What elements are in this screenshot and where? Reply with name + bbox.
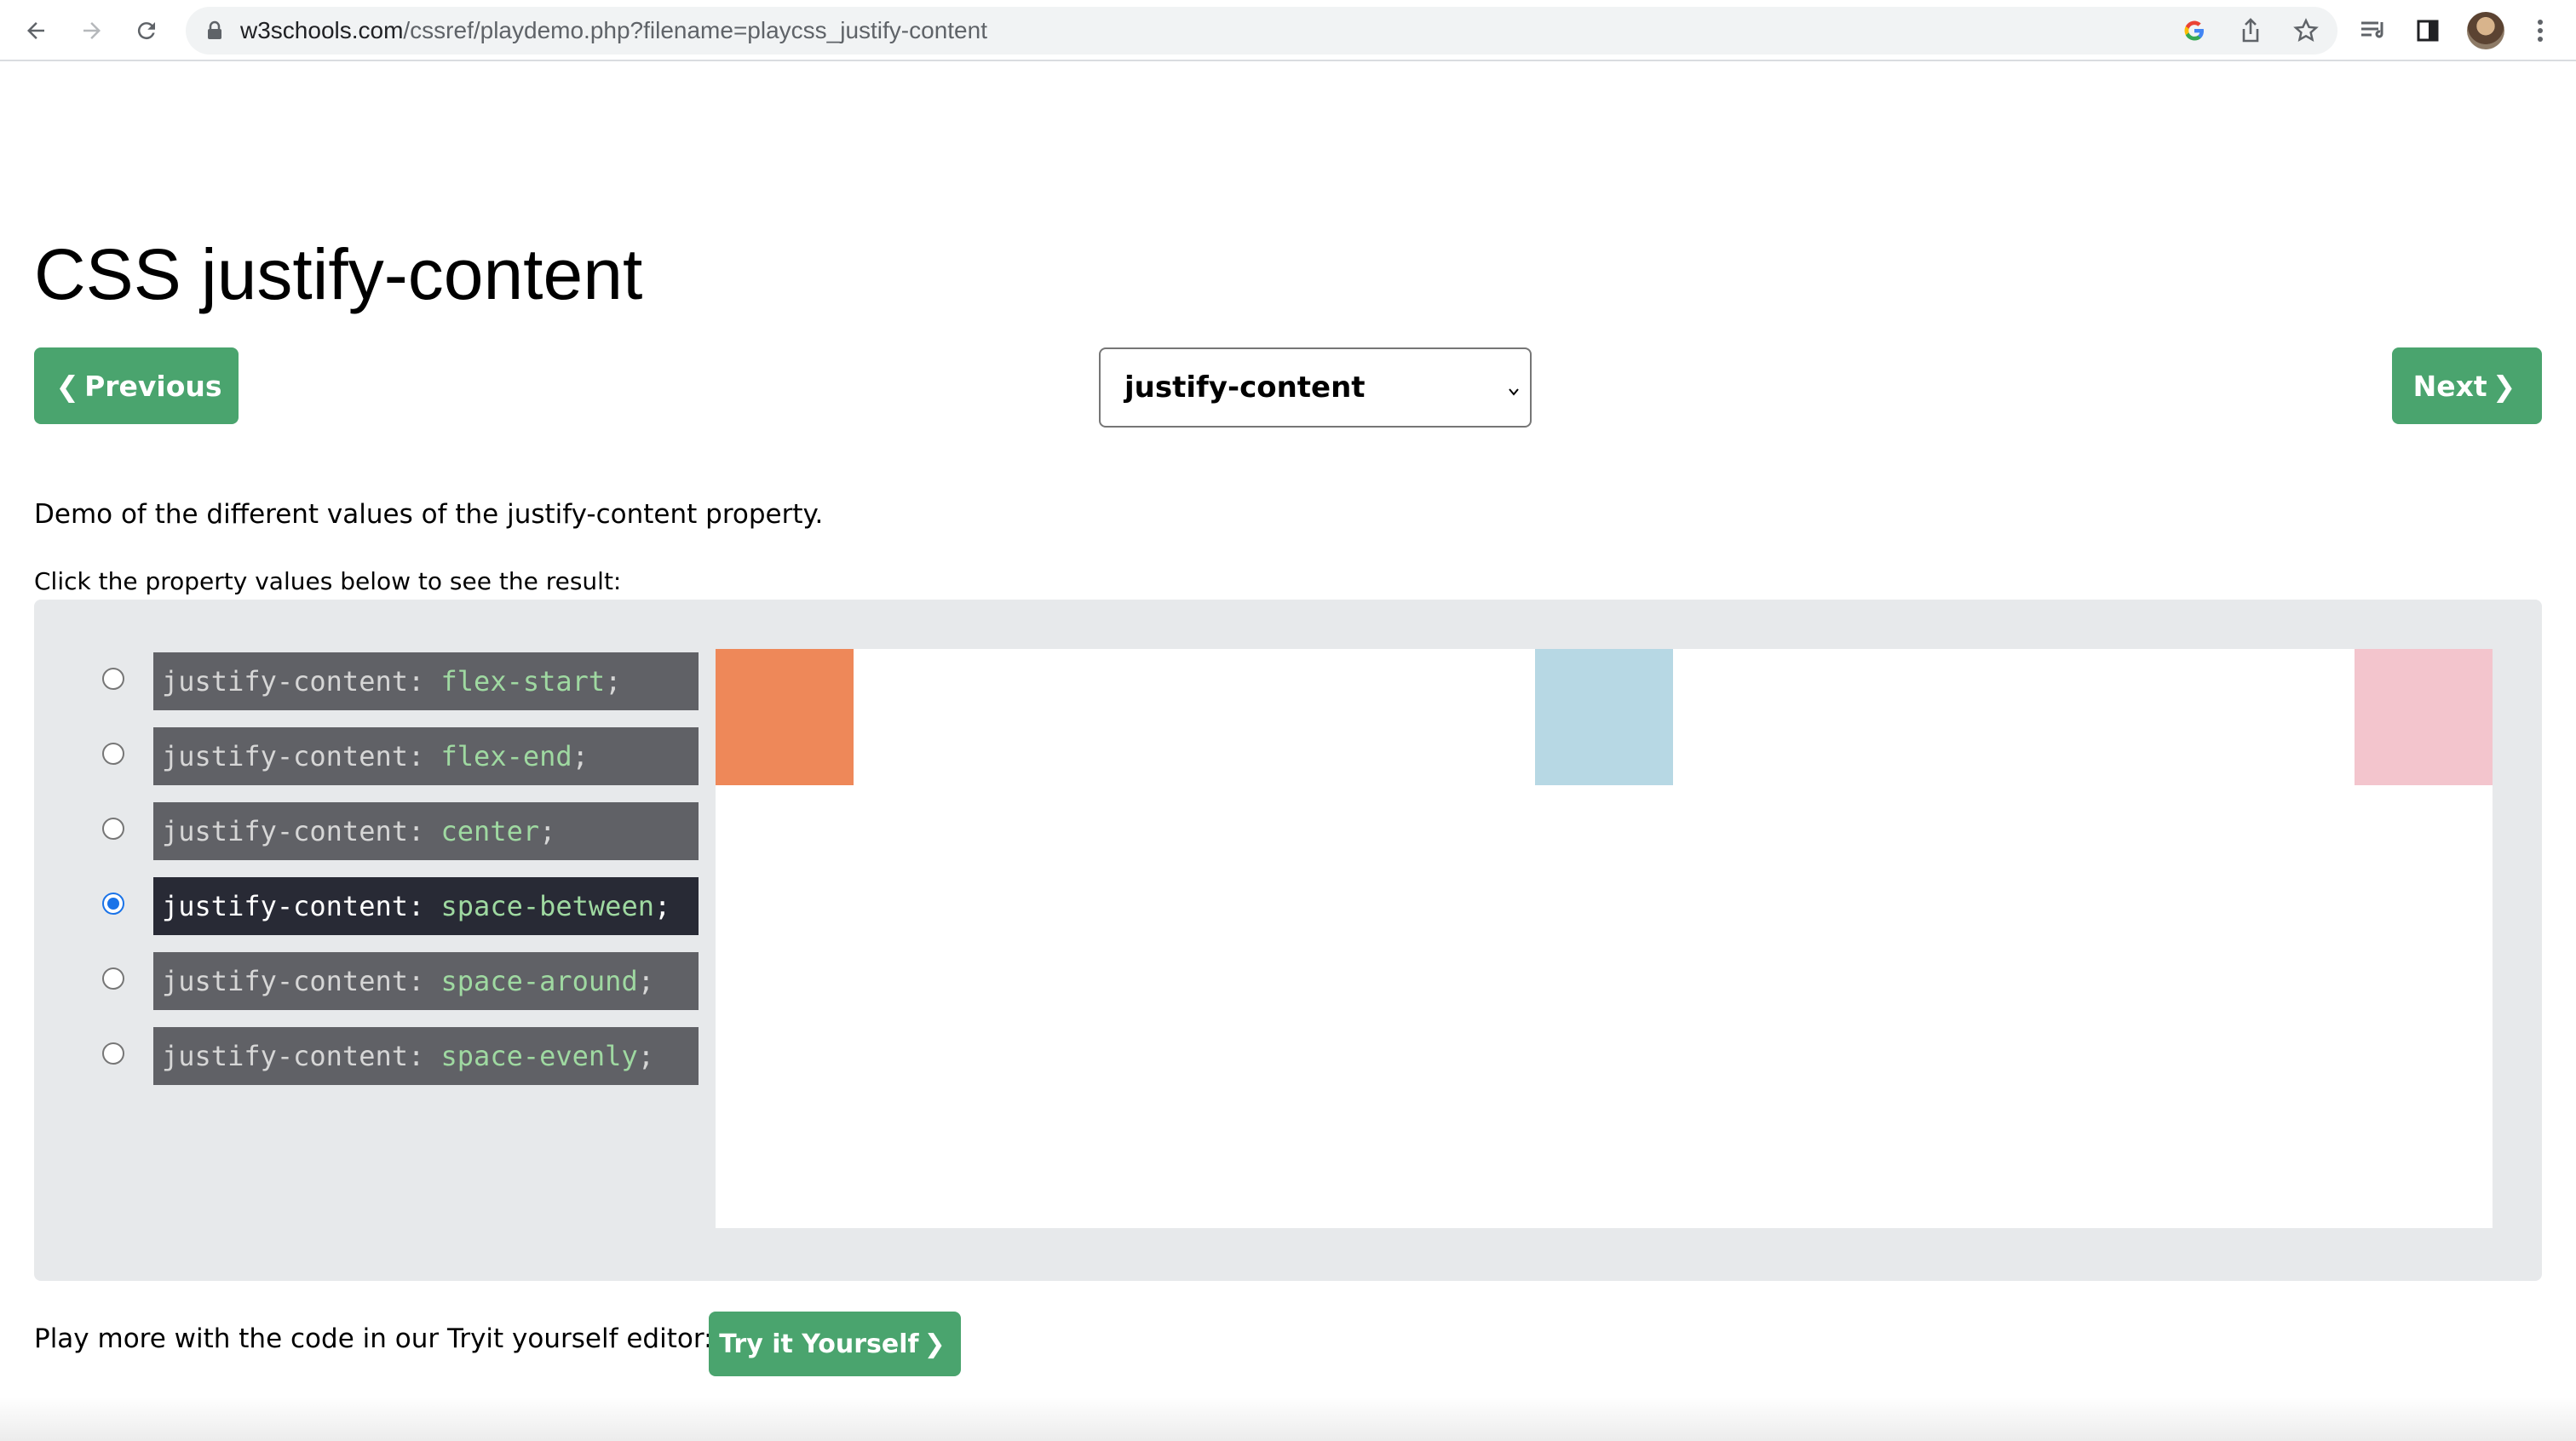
code-flex-start[interactable]: justify-content: flex-start;	[153, 652, 699, 710]
option-space-around[interactable]: justify-content: space-around;	[68, 952, 699, 1012]
back-arrow-icon[interactable]	[19, 14, 53, 48]
radio-center[interactable]	[102, 818, 124, 840]
chevron-down-icon	[1504, 375, 1523, 409]
next-button[interactable]: Next ❯	[2392, 347, 2542, 424]
code-space-between[interactable]: justify-content: space-between;	[153, 877, 699, 935]
chevron-right-icon: ❯	[923, 1329, 946, 1359]
bookmark-star-icon[interactable]	[2293, 18, 2319, 47]
profile-avatar[interactable]	[2467, 12, 2504, 49]
demo-stage	[716, 649, 2493, 1228]
option-center[interactable]: justify-content: center;	[68, 802, 699, 862]
code-flex-end[interactable]: justify-content: flex-end;	[153, 727, 699, 785]
demo-instruction: Click the property values below to see t…	[34, 567, 622, 595]
browser-toolbar: w3schools.com/cssref/playdemo.php?filena…	[0, 0, 2576, 61]
option-space-between[interactable]: justify-content: space-between;	[68, 877, 699, 937]
previous-button[interactable]: ❮ Previous	[34, 347, 239, 424]
reading-list-icon[interactable]	[2356, 14, 2390, 48]
radio-flex-end[interactable]	[102, 743, 124, 765]
option-flex-end[interactable]: justify-content: flex-end;	[68, 727, 699, 787]
forward-arrow-icon[interactable]	[75, 14, 109, 48]
option-flex-start[interactable]: justify-content: flex-start;	[68, 652, 699, 712]
radio-flex-start[interactable]	[102, 668, 124, 690]
demo-box-3	[2355, 649, 2493, 785]
more-menu-icon[interactable]	[2523, 14, 2557, 48]
code-space-around[interactable]: justify-content: space-around;	[153, 952, 699, 1010]
radio-space-around[interactable]	[102, 967, 124, 990]
address-bar[interactable]: w3schools.com/cssref/playdemo.php?filena…	[186, 7, 2337, 55]
share-icon[interactable]	[2239, 18, 2263, 47]
property-select[interactable]: justify-content	[1099, 347, 1532, 428]
chevron-right-icon: ❯	[2492, 369, 2516, 403]
try-it-yourself-button[interactable]: Try it Yourself ❯	[709, 1312, 961, 1376]
chevron-left-icon: ❮	[55, 369, 80, 403]
try-it-label: Try it Yourself	[719, 1329, 919, 1359]
reload-icon[interactable]	[129, 14, 164, 48]
code-center[interactable]: justify-content: center;	[153, 802, 699, 860]
property-select-value: justify-content	[1124, 370, 1366, 405]
code-space-evenly[interactable]: justify-content: space-evenly;	[153, 1027, 699, 1085]
radio-space-evenly[interactable]	[102, 1042, 124, 1065]
demo-panel: justify-content: flex-start; justify-con…	[34, 600, 2542, 1281]
demo-box-1	[716, 649, 854, 785]
option-space-evenly[interactable]: justify-content: space-evenly;	[68, 1027, 699, 1087]
previous-button-label: Previous	[84, 369, 222, 403]
radio-space-between[interactable]	[102, 893, 124, 915]
demo-box-2	[1535, 649, 1673, 785]
tryit-prompt: Play more with the code in our Tryit you…	[34, 1323, 713, 1354]
next-button-label: Next	[2412, 369, 2487, 403]
bottom-shadow	[0, 1397, 2576, 1441]
side-panel-icon[interactable]	[2411, 14, 2445, 48]
demo-description: Demo of the different values of the just…	[34, 499, 824, 530]
lock-icon[interactable]	[206, 20, 223, 44]
url-text[interactable]: w3schools.com/cssref/playdemo.php?filena…	[240, 7, 987, 55]
page-title: CSS justify-content	[34, 234, 643, 314]
google-icon[interactable]	[2182, 19, 2206, 46]
